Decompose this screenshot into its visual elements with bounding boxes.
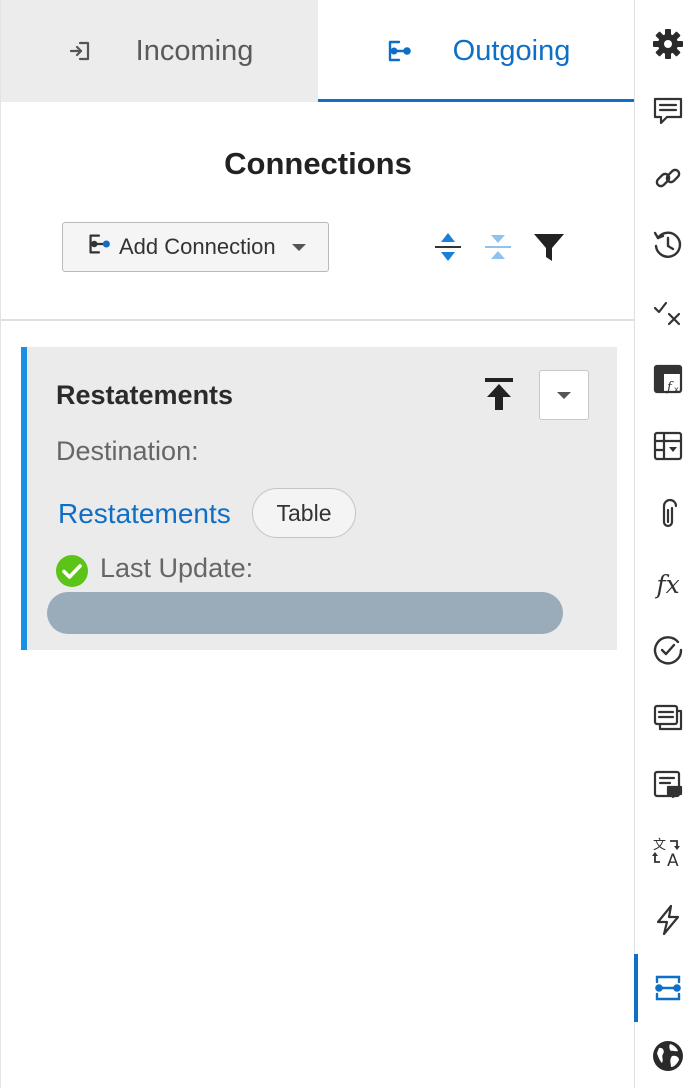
collapse-all-icon[interactable] — [481, 229, 515, 265]
link-icon[interactable] — [635, 152, 700, 204]
connection-icon[interactable] — [634, 954, 700, 1022]
last-update-value-redacted — [47, 592, 563, 634]
fx-label: fx — [656, 569, 680, 599]
tab-bar: Incoming Outgoing — [1, 0, 635, 102]
sign-in-icon — [66, 36, 96, 66]
chevron-down-icon — [291, 243, 306, 251]
expand-all-icon[interactable] — [431, 229, 465, 265]
last-update-label: Last Update: — [100, 553, 254, 583]
connections-panel: Incoming Outgoing Connections Add Connec… — [0, 0, 635, 1088]
tab-outgoing-label: Outgoing — [452, 34, 571, 67]
success-check-icon — [55, 554, 89, 588]
connection-card: Restatements Destination: Restatements T… — [21, 347, 617, 650]
history-icon[interactable] — [635, 219, 700, 271]
fx-icon[interactable]: fx — [635, 558, 700, 610]
destination-label: Destination: — [56, 436, 199, 466]
table-formula-icon[interactable]: f x — [635, 353, 700, 405]
paperclip-icon[interactable] — [635, 489, 700, 541]
sign-out-icon — [383, 36, 413, 66]
tab-incoming[interactable]: Incoming — [1, 0, 318, 102]
destination-type-badge: Table — [252, 488, 356, 538]
svg-text:文: 文 — [653, 838, 666, 853]
page-title: Connections — [224, 146, 412, 181]
connection-icon — [85, 231, 111, 263]
svg-text:x: x — [674, 385, 679, 394]
check-x-icon[interactable] — [635, 286, 700, 338]
chevron-down-icon — [557, 391, 571, 399]
right-sidebar: f x fx 文 A — [634, 0, 700, 1088]
table-dropdown-icon[interactable] — [635, 420, 700, 472]
tab-incoming-label: Incoming — [135, 34, 254, 67]
note-icon[interactable] — [635, 758, 700, 810]
add-connection-label: Add Connection — [119, 234, 276, 259]
add-connection-button[interactable]: Add Connection — [62, 222, 329, 272]
check-circle-icon[interactable] — [635, 624, 700, 676]
filter-icon[interactable] — [532, 229, 566, 265]
divider — [1, 319, 635, 321]
globe-icon[interactable] — [635, 1030, 700, 1082]
list-icon[interactable] — [635, 691, 700, 743]
lightning-icon[interactable] — [635, 894, 700, 946]
svg-text:A: A — [667, 851, 679, 869]
translate-icon[interactable]: 文 A — [635, 826, 700, 878]
tab-outgoing[interactable]: Outgoing — [318, 0, 635, 102]
connection-name: Restatements — [56, 380, 234, 410]
destination-link[interactable]: Restatements — [58, 498, 231, 530]
gear-icon[interactable] — [635, 18, 700, 70]
card-menu-button[interactable] — [539, 370, 589, 420]
comment-icon[interactable] — [635, 85, 700, 137]
upload-icon[interactable] — [479, 374, 519, 414]
